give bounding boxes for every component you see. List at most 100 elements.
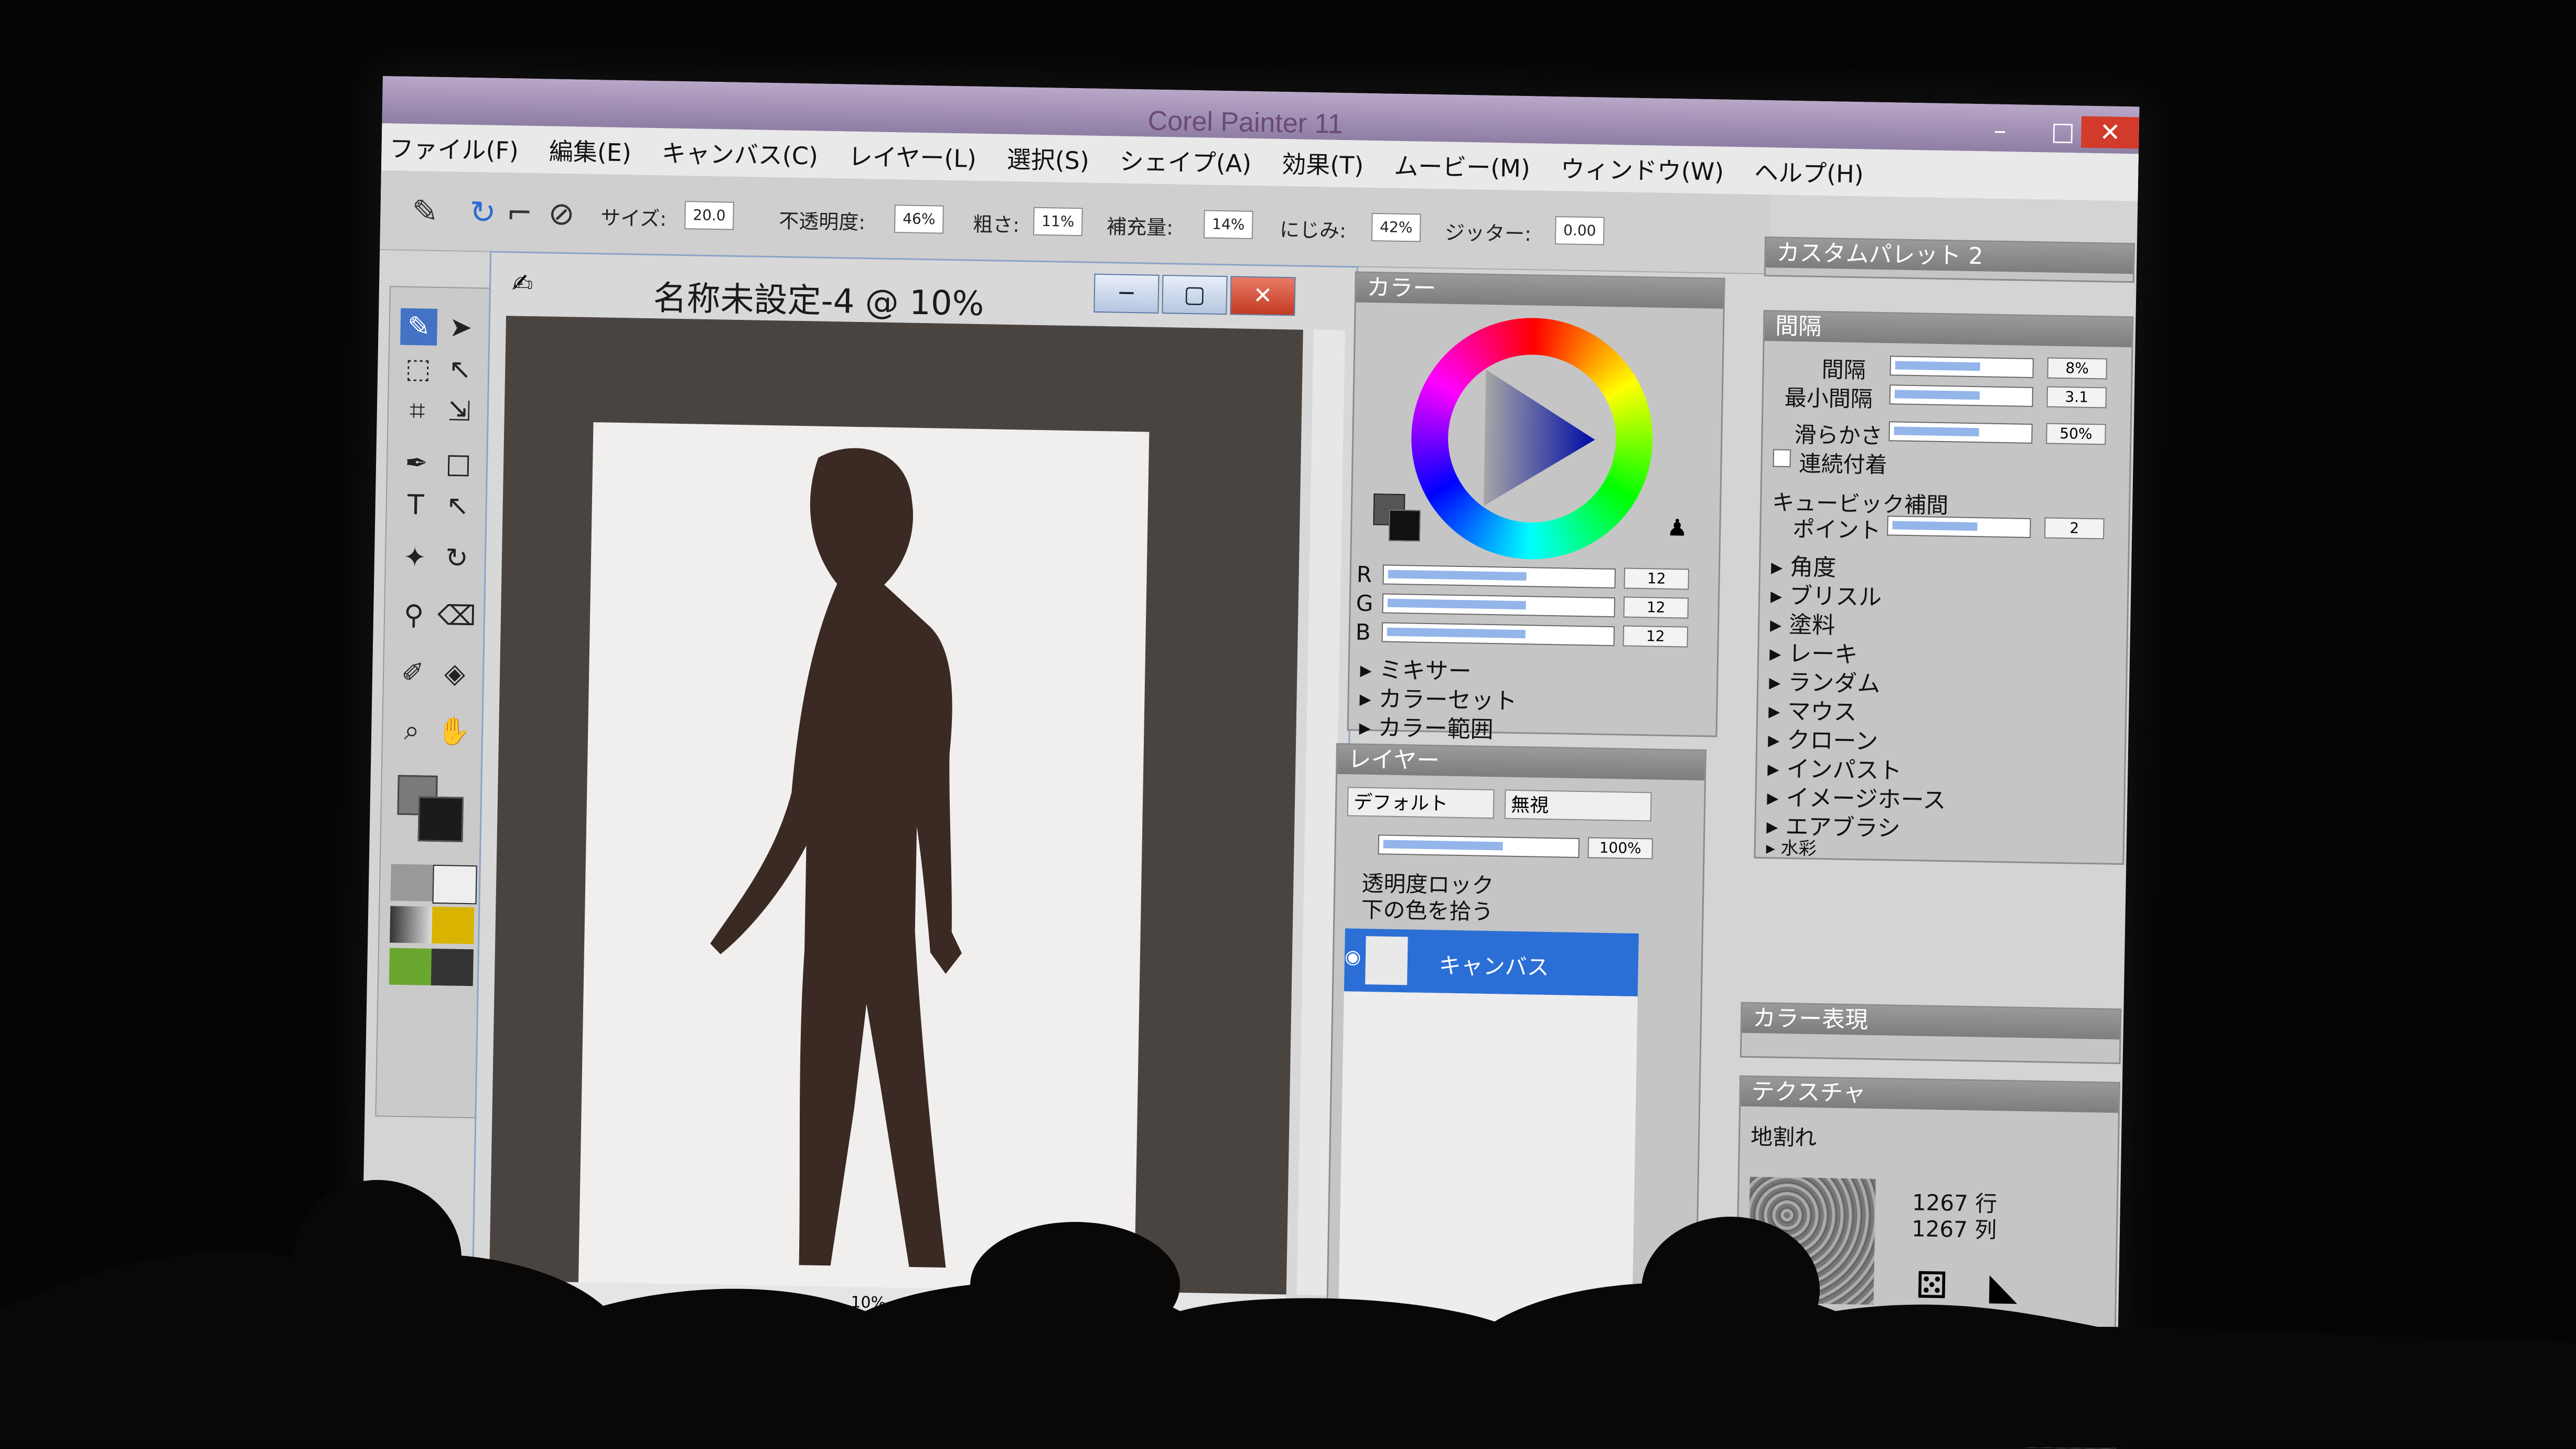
pick-underlying-label[interactable]: 下の色を拾う (1361, 892, 1494, 926)
spacing-value[interactable]: 8% (2047, 357, 2108, 380)
look-swatch[interactable] (431, 948, 474, 986)
clone-color-icon[interactable]: ♟ (1667, 514, 1688, 542)
g-value[interactable]: 12 (1623, 596, 1689, 619)
main-color-swatch[interactable] (417, 796, 464, 842)
min-spacing-value[interactable]: 3.1 (2046, 386, 2107, 409)
zoom-level[interactable]: 10% (851, 1287, 886, 1319)
r-slider[interactable] (1382, 564, 1616, 589)
canvas-paper[interactable] (578, 422, 1150, 1297)
texture-preview (1747, 1176, 1876, 1305)
layer-opacity-slider[interactable] (1378, 834, 1580, 858)
rect-select-icon[interactable]: ⬚ (400, 350, 437, 388)
primary-color-chip[interactable] (1388, 509, 1421, 542)
g-slider[interactable] (1382, 593, 1616, 618)
point-slider[interactable] (1887, 516, 2031, 538)
color-expression-header[interactable]: カラー表現 (1742, 1003, 2120, 1040)
color-wheel[interactable] (1409, 316, 1655, 562)
magic-wand-icon[interactable]: ✦ (396, 539, 433, 576)
eye-icon[interactable]: ◉ (1345, 946, 1361, 968)
bleed-field[interactable]: 42% (1371, 212, 1421, 242)
brush-tool-icon[interactable]: ✎ (400, 308, 438, 346)
resat-field[interactable]: 14% (1203, 210, 1253, 239)
lasso-icon[interactable]: ↖ (442, 351, 479, 388)
pipette-icon[interactable]: ✐ (394, 654, 432, 692)
composite-depth-dropdown[interactable]: 無視 (1504, 789, 1652, 822)
paint-bucket-icon[interactable]: ◈ (436, 655, 474, 692)
close-button[interactable]: ✕ (2081, 116, 2140, 149)
menu-shapes[interactable]: シェイプ(A) (1119, 143, 1251, 179)
b-slider[interactable] (1381, 622, 1615, 647)
menu-edit[interactable]: 編集(E) (549, 133, 631, 169)
g-label: G (1356, 590, 1373, 617)
texture-panel-header[interactable]: テクスチャ (1741, 1077, 2119, 1113)
saturation-triangle[interactable] (1473, 369, 1602, 508)
texture-value-1[interactable]: 94% (2019, 1343, 2080, 1365)
composite-method-dropdown[interactable]: デフォルト (1347, 787, 1495, 819)
point-value[interactable]: 2 (2044, 517, 2105, 540)
doc-minimize-button[interactable]: ─ (1093, 273, 1160, 314)
opacity-field[interactable]: 46% (894, 205, 944, 234)
menu-effects[interactable]: 効果(T) (1282, 145, 1364, 181)
shape-select-icon[interactable]: ↖ (439, 487, 476, 524)
texture-name[interactable]: 地割れ (1751, 1119, 1817, 1152)
paper-swatch[interactable] (390, 864, 433, 901)
layers-panel-header[interactable]: レイヤー (1337, 744, 1705, 781)
smoothing-slider[interactable] (1888, 421, 2033, 444)
transform-icon[interactable]: ⇲ (441, 393, 478, 430)
gradient-swatch[interactable] (390, 906, 433, 943)
texture-slider-1[interactable] (1783, 1339, 1996, 1364)
color-range-section[interactable]: ▸ カラー範囲 (1359, 709, 1494, 744)
layer-adjuster-icon[interactable]: ➤ (442, 309, 479, 346)
freehand-icon[interactable]: ⌐ (506, 195, 533, 232)
direction-icon[interactable]: ◣ (1989, 1265, 2017, 1308)
layer-row-canvas[interactable]: ◉ キャンバス (1344, 928, 1639, 997)
smoothing-value[interactable]: 50% (2046, 423, 2106, 445)
brush-icon[interactable]: ✎ (412, 193, 438, 230)
size-field[interactable]: 20.0 (684, 201, 734, 230)
dropper-icon[interactable]: ⚲ (395, 597, 432, 634)
custom-palette-header[interactable]: カスタムパレット 2 (1766, 238, 2133, 274)
weave-swatch[interactable] (432, 906, 475, 944)
menu-select[interactable]: 選択(S) (1006, 141, 1089, 177)
magnifier-icon[interactable]: ⌕ (393, 712, 431, 749)
menu-help[interactable]: ヘルプ(H) (1754, 154, 1864, 190)
doc-close-button[interactable]: ✕ (1230, 276, 1296, 316)
doc-maximize-button[interactable]: ▢ (1162, 275, 1228, 315)
r-value[interactable]: 12 (1624, 567, 1689, 590)
texture-slider-2[interactable] (1783, 1376, 1995, 1401)
color-panel-header[interactable]: カラー (1356, 273, 1724, 309)
eraser-icon[interactable]: ⌫ (437, 597, 477, 635)
crop-icon[interactable]: ⌗ (399, 392, 436, 430)
menu-window[interactable]: ウィンドウ(W) (1560, 150, 1724, 187)
jitter-field[interactable]: 0.00 (1554, 216, 1605, 245)
opacity-label: 不透明度: (778, 209, 866, 234)
rectangle-icon[interactable]: □ (440, 445, 477, 482)
pattern-swatch[interactable] (432, 864, 477, 905)
min-spacing-slider[interactable] (1889, 384, 2034, 407)
layer-opacity-value[interactable]: 100% (1587, 837, 1654, 860)
texture-cols: 1267 列 (1911, 1216, 1997, 1243)
layer-name: キャンバス (1439, 952, 1550, 981)
reset-icon[interactable]: ⊘ (548, 196, 575, 233)
brush-controls-panel: 間隔 間隔 8% 最小間隔 3.1 滑らかさ 50% 連続付着 キュービック補間… (1754, 310, 2134, 865)
canvas-area[interactable] (489, 316, 1303, 1300)
menu-canvas[interactable]: キャンバス(C) (661, 134, 818, 171)
spacing-slider[interactable] (1890, 356, 2034, 379)
grain-field[interactable]: 11% (1033, 207, 1083, 237)
text-icon[interactable]: T (397, 487, 434, 524)
brush-category-watercolor[interactable]: ▸ 水彩 (1766, 833, 1817, 860)
menu-layers[interactable]: レイヤー(L) (848, 138, 976, 175)
menu-file[interactable]: ファイル(F) (389, 130, 519, 166)
texture-value-2[interactable]: 85% (2019, 1379, 2079, 1402)
nozzle-swatch[interactable] (389, 948, 432, 985)
rotate-page-icon[interactable]: ↻ (438, 540, 475, 577)
grabber-icon[interactable]: ✋ (435, 713, 473, 750)
minimize-button[interactable]: – (1971, 114, 2029, 147)
continuous-checkbox[interactable] (1773, 449, 1791, 467)
brush-mode-icon[interactable]: ↻ (469, 194, 496, 231)
b-value[interactable]: 12 (1623, 625, 1689, 648)
spacing-panel-header[interactable]: 間隔 (1764, 312, 2132, 348)
invert-texture-icon[interactable]: ⚄ (1915, 1263, 1948, 1307)
pen-icon[interactable]: ✒ (398, 445, 435, 482)
menu-movie[interactable]: ムービー(M) (1394, 147, 1531, 185)
